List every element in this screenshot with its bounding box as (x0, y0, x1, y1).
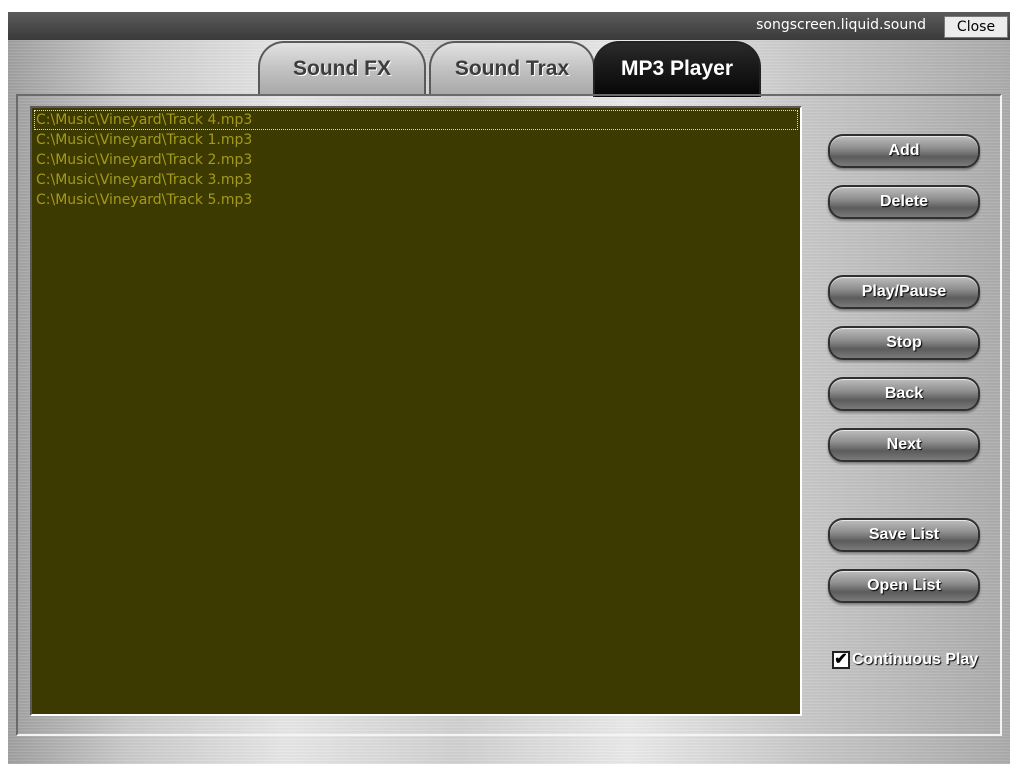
next-button[interactable]: Next (828, 428, 980, 462)
open-list-button[interactable]: Open List (828, 569, 980, 603)
continuous-play-label: Continuous Play (852, 651, 979, 668)
list-item[interactable]: C:\Music\Vineyard\Track 2.mp3 (34, 150, 800, 170)
add-button[interactable]: Add (828, 134, 980, 168)
list-item[interactable]: C:\Music\Vineyard\Track 4.mp3 (34, 110, 798, 130)
stop-button[interactable]: Stop (828, 326, 980, 360)
title-bar: songscreen.liquid.sound Close (8, 12, 1010, 40)
list-item[interactable]: C:\Music\Vineyard\Track 5.mp3 (34, 190, 800, 210)
continuous-play-checkbox[interactable]: ✔ (832, 651, 850, 669)
window-title: songscreen.liquid.sound (756, 17, 926, 33)
playlist[interactable]: C:\Music\Vineyard\Track 4.mp3 C:\Music\V… (30, 106, 802, 716)
tab-sound-trax[interactable]: Sound Trax (429, 41, 595, 95)
save-list-button[interactable]: Save List (828, 518, 980, 552)
list-item[interactable]: C:\Music\Vineyard\Track 1.mp3 (34, 130, 800, 150)
close-button[interactable]: Close (944, 16, 1008, 38)
list-item[interactable]: C:\Music\Vineyard\Track 3.mp3 (34, 170, 800, 190)
play-pause-button[interactable]: Play/Pause (828, 275, 980, 309)
tab-sound-fx[interactable]: Sound FX (258, 41, 426, 95)
delete-button[interactable]: Delete (828, 185, 980, 219)
tab-mp3-player[interactable]: MP3 Player (593, 41, 761, 97)
back-button[interactable]: Back (828, 377, 980, 411)
